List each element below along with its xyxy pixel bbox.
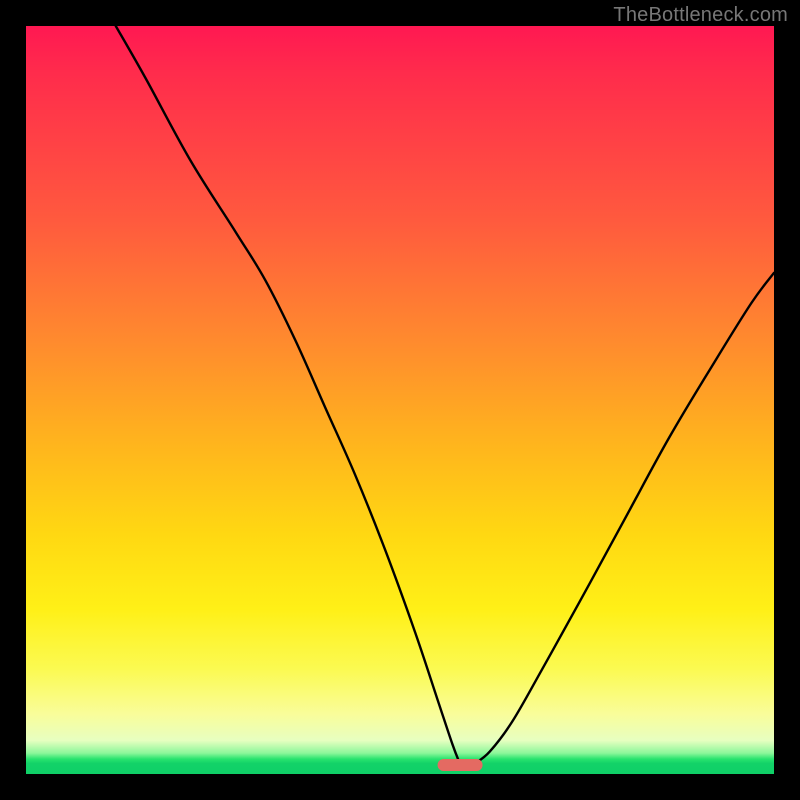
plot-area [26, 26, 774, 774]
optimal-marker-pill [437, 759, 482, 771]
bottleneck-curve [26, 26, 774, 774]
chart-frame: TheBottleneck.com [0, 0, 800, 800]
watermark-text: TheBottleneck.com [613, 4, 788, 27]
